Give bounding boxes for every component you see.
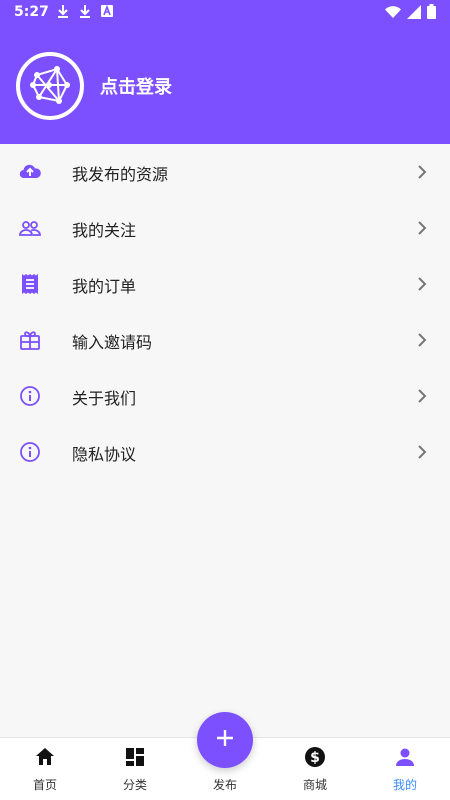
menu-item-invite-code[interactable]: 输入邀请码 — [0, 312, 450, 368]
menu-item-label: 我的订单 — [72, 277, 137, 296]
cloud-upload-icon — [18, 160, 42, 184]
menu-item-label: 我发布的资源 — [72, 165, 169, 184]
nav-label: 首页 — [32, 778, 57, 792]
nav-mall[interactable]: $ 商城 — [270, 738, 360, 800]
menu-item-my-resources[interactable]: 我发布的资源 — [0, 144, 450, 200]
menu-item-privacy-policy[interactable]: 隐私协议 — [0, 424, 450, 480]
nav-label: 我的 — [392, 778, 417, 792]
chevron-right-icon — [416, 162, 428, 182]
nav-label: 发布 — [212, 778, 237, 792]
menu-item-label: 隐私协议 — [72, 445, 137, 464]
chevron-right-icon — [416, 274, 428, 294]
status-notification-icons — [56, 4, 114, 18]
profile-header: 5:27 点击登录 — [0, 0, 450, 144]
nav-label: 商城 — [302, 778, 327, 792]
chevron-right-icon — [416, 218, 428, 238]
menu-item-about-us[interactable]: 关于我们 — [0, 368, 450, 424]
nav-category[interactable]: 分类 — [90, 738, 180, 800]
status-system-icons — [385, 4, 436, 19]
signal-icon — [407, 4, 421, 19]
chevron-right-icon — [416, 330, 428, 350]
wifi-icon — [385, 5, 401, 19]
menu-item-my-orders[interactable]: 我的订单 — [0, 256, 450, 312]
menu-list: 我发布的资源 我的关注 我的订单 输入邀请码 关于我们 隐私协议 — [0, 144, 450, 480]
svg-text:$: $ — [310, 750, 320, 766]
status-time: 5:27 — [14, 4, 49, 20]
chevron-right-icon — [416, 442, 428, 462]
home-icon — [34, 746, 56, 768]
person-icon — [394, 746, 416, 768]
download-icon — [78, 4, 92, 18]
login-prompt[interactable]: 点击登录 — [100, 73, 172, 99]
nav-mine[interactable]: 我的 — [360, 738, 450, 800]
gift-icon — [18, 328, 42, 352]
battery-icon — [427, 4, 436, 19]
menu-item-my-follows[interactable]: 我的关注 — [0, 200, 450, 256]
network-avatar-icon — [20, 56, 80, 116]
grid-icon — [124, 746, 146, 768]
info-icon — [18, 384, 42, 408]
menu-item-label: 关于我们 — [72, 389, 137, 408]
app-a-icon — [100, 4, 114, 18]
info-icon — [18, 440, 42, 464]
chevron-right-icon — [416, 386, 428, 406]
avatar[interactable] — [16, 52, 84, 120]
menu-item-label: 我的关注 — [72, 221, 137, 240]
nav-label: 分类 — [122, 778, 147, 792]
nav-home[interactable]: 首页 — [0, 738, 90, 800]
dollar-icon: $ — [304, 746, 326, 768]
download-icon — [56, 4, 70, 18]
plus-icon — [215, 728, 235, 752]
profile-section[interactable]: 点击登录 — [16, 52, 172, 120]
status-bar: 5:27 — [0, 0, 450, 24]
people-icon — [18, 216, 42, 240]
receipt-icon — [18, 272, 42, 296]
menu-item-label: 输入邀请码 — [72, 333, 153, 352]
publish-fab-button[interactable] — [197, 712, 253, 768]
